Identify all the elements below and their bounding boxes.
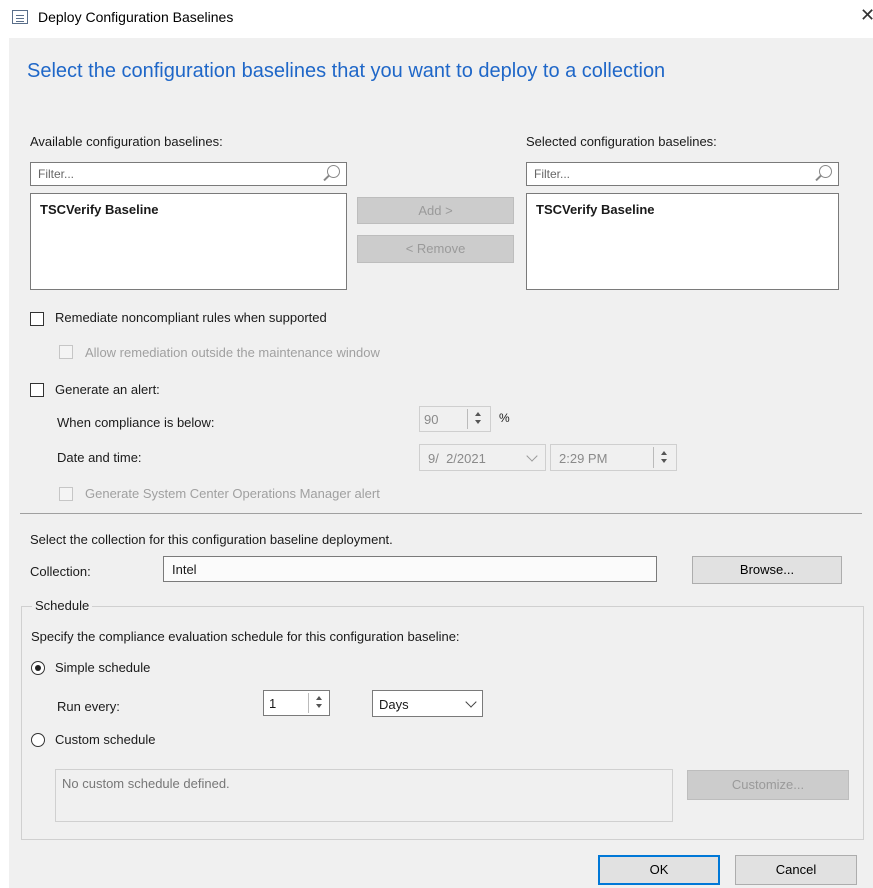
run-every-unit-value: Days xyxy=(379,697,409,712)
page-title: Select the configuration baselines that … xyxy=(27,60,666,82)
spinner-arrows-icon[interactable] xyxy=(653,447,673,468)
customize-button[interactable]: Customize... xyxy=(687,770,849,800)
list-item[interactable]: TSCVerify Baseline xyxy=(40,202,159,217)
chevron-down-icon[interactable] xyxy=(526,450,538,462)
schedule-group-label: Schedule xyxy=(32,598,93,613)
spinner-arrows-icon[interactable] xyxy=(308,693,328,713)
custom-schedule-radio[interactable] xyxy=(31,733,45,747)
scom-alert-checkbox[interactable] xyxy=(59,487,73,501)
selected-filter-input[interactable] xyxy=(526,162,839,186)
window-title: Deploy Configuration Baselines xyxy=(38,9,234,25)
available-filter-field[interactable] xyxy=(36,166,320,182)
add-button[interactable]: Add > xyxy=(357,197,514,224)
title-bar: Deploy Configuration Baselines ✕ xyxy=(0,0,873,38)
simple-schedule-radio[interactable] xyxy=(31,661,45,675)
search-icon[interactable] xyxy=(819,165,832,178)
run-every-value: 1 xyxy=(269,696,277,711)
close-icon[interactable]: ✕ xyxy=(860,5,873,26)
compliance-threshold-stepper[interactable]: 90 xyxy=(419,406,491,432)
ok-button[interactable]: OK xyxy=(598,855,720,885)
custom-schedule-label: Custom schedule xyxy=(55,732,156,747)
chevron-down-icon[interactable] xyxy=(465,696,477,708)
selected-baselines-list[interactable]: TSCVerify Baseline xyxy=(526,193,839,290)
remediate-checkbox[interactable] xyxy=(30,312,44,326)
available-baselines-label: Available configuration baselines: xyxy=(30,134,223,149)
remediate-label: Remediate noncompliant rules when suppor… xyxy=(55,310,327,325)
remove-button[interactable]: < Remove xyxy=(357,235,514,263)
compliance-threshold-value: 90 xyxy=(424,412,439,427)
run-every-unit-select[interactable]: Days xyxy=(372,690,483,717)
window-icon xyxy=(12,10,28,24)
generate-alert-label: Generate an alert: xyxy=(55,382,160,397)
time-picker[interactable]: 2:29 PM xyxy=(550,444,677,471)
radio-selected-dot xyxy=(35,665,41,671)
schedule-instruction: Specify the compliance evaluation schedu… xyxy=(31,629,460,644)
percent-sign: % xyxy=(499,411,510,425)
collection-field[interactable]: Intel xyxy=(163,556,657,582)
available-filter-input[interactable] xyxy=(30,162,347,186)
date-value: 9/ 2/2021 xyxy=(428,451,486,466)
selected-filter-field[interactable] xyxy=(532,166,816,182)
date-time-label: Date and time: xyxy=(57,450,142,465)
browse-button[interactable]: Browse... xyxy=(692,556,842,584)
run-every-stepper[interactable]: 1 xyxy=(263,690,330,716)
collection-instruction: Select the collection for this configura… xyxy=(30,532,393,547)
collection-label: Collection: xyxy=(30,564,91,579)
list-item[interactable]: TSCVerify Baseline xyxy=(536,202,655,217)
search-icon[interactable] xyxy=(327,165,340,178)
run-every-label: Run every: xyxy=(57,699,120,714)
custom-schedule-text: No custom schedule defined. xyxy=(62,776,230,791)
generate-alert-checkbox[interactable] xyxy=(30,383,44,397)
simple-schedule-label: Simple schedule xyxy=(55,660,151,675)
compliance-below-label: When compliance is below: xyxy=(57,415,215,430)
available-baselines-list[interactable]: TSCVerify Baseline xyxy=(30,193,347,290)
date-picker[interactable]: 9/ 2/2021 xyxy=(419,444,546,471)
allow-remediation-label: Allow remediation outside the maintenanc… xyxy=(85,345,380,360)
allow-remediation-checkbox[interactable] xyxy=(59,345,73,359)
separator xyxy=(20,513,862,514)
custom-schedule-description: No custom schedule defined. xyxy=(55,769,673,822)
cancel-button[interactable]: Cancel xyxy=(735,855,857,885)
scom-alert-label: Generate System Center Operations Manage… xyxy=(85,486,380,501)
collection-value: Intel xyxy=(172,562,197,577)
spinner-arrows-icon[interactable] xyxy=(467,409,487,429)
time-value: 2:29 PM xyxy=(559,451,608,466)
selected-baselines-label: Selected configuration baselines: xyxy=(526,134,717,149)
